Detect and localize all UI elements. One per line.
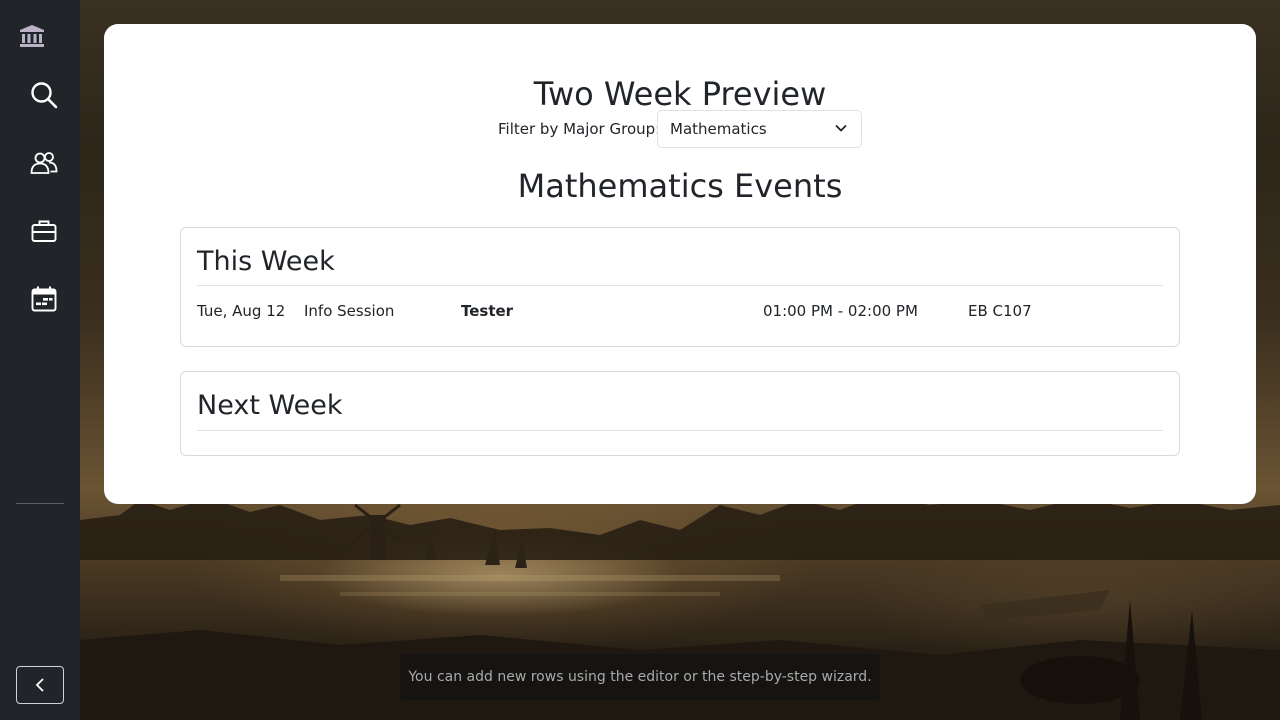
next-week-heading: Next Week xyxy=(197,390,343,421)
event-type: Info Session xyxy=(304,302,395,320)
this-week-heading: This Week xyxy=(197,246,335,277)
sidebar-divider xyxy=(16,503,64,504)
collapse-sidebar-button[interactable] xyxy=(16,666,64,704)
toast-message: You can add new rows using the editor or… xyxy=(400,654,880,700)
event-time: 01:00 PM - 02:00 PM xyxy=(763,302,918,320)
calendar-icon[interactable] xyxy=(24,279,64,319)
event-date: Tue, Aug 12 xyxy=(197,302,286,320)
briefcase-icon[interactable] xyxy=(24,211,64,251)
search-icon[interactable] xyxy=(24,75,64,115)
major-group-selected-value: Mathematics xyxy=(670,120,767,138)
next-week-panel: Next Week xyxy=(180,371,1180,456)
event-location: EB C107 xyxy=(968,302,1032,320)
main-card: Two Week Preview Filter by Major Group: … xyxy=(104,24,1256,504)
major-group-select[interactable]: Mathematics xyxy=(657,110,862,148)
chevron-down-icon xyxy=(835,124,847,132)
event-row[interactable]: Tue, Aug 12 Info Session Tester 01:00 PM… xyxy=(181,302,1179,324)
sidebar xyxy=(0,0,80,720)
bank-icon[interactable] xyxy=(12,16,52,56)
chevron-left-icon xyxy=(35,678,44,692)
this-week-panel: This Week Tue, Aug 12 Info Session Teste… xyxy=(180,227,1180,347)
next-week-divider xyxy=(197,430,1163,431)
event-title: Tester xyxy=(461,302,514,320)
people-icon[interactable] xyxy=(24,143,64,183)
this-week-divider xyxy=(197,285,1163,286)
filter-label: Filter by Major Group: xyxy=(498,120,661,138)
events-section-title: Mathematics Events xyxy=(517,167,843,205)
